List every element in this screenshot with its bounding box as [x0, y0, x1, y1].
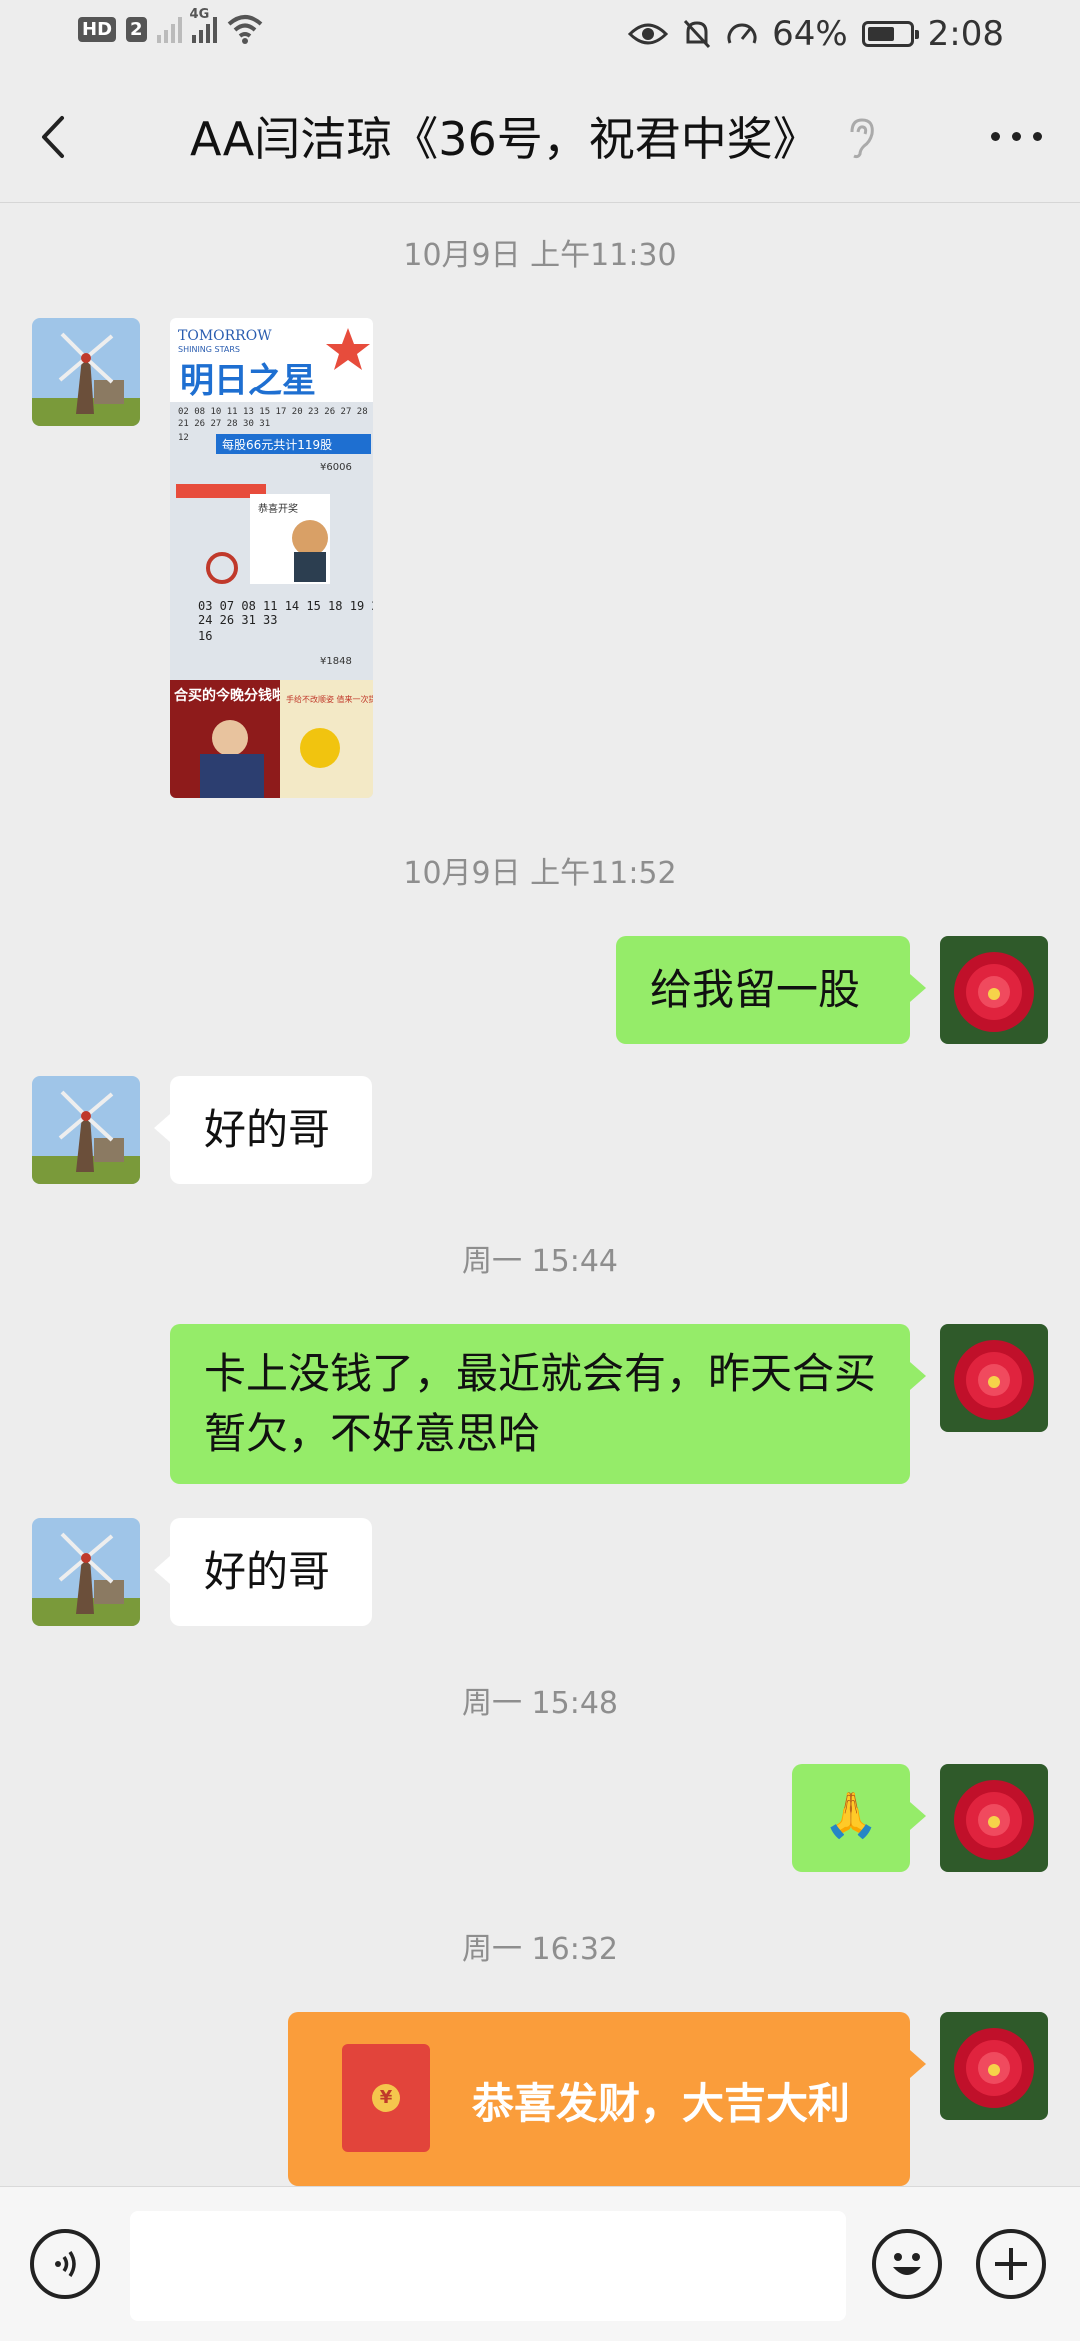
battery-percent: 64% — [772, 14, 848, 54]
poster-brand-en: TOMORROW — [178, 328, 272, 344]
message-text: 给我留一股 — [650, 965, 861, 1014]
message-input[interactable] — [130, 2211, 846, 2321]
peony-avatar-image — [940, 2012, 1048, 2120]
signal-icon-sim2: 4G — [190, 7, 217, 43]
my-avatar[interactable] — [940, 936, 1048, 1044]
poster-numbers-1: 02 08 10 11 13 15 17 20 23 26 27 28 30 3… — [178, 407, 373, 417]
red-packet-message[interactable]: ¥ 恭喜发财，大吉大利 — [288, 2012, 926, 2186]
message-bubble-outgoing[interactable]: 卡上没钱了，最近就会有，昨天合买暂欠，不好意思哈 — [170, 1324, 926, 1484]
poster-caption-right: 手给不改顺姿 值来一次提刀 — [286, 694, 373, 704]
message-text: 卡上没钱了，最近就会有，昨天合买暂欠，不好意思哈 — [204, 1349, 877, 1458]
svg-text:16: 16 — [198, 629, 212, 643]
hd-badge: HD — [78, 16, 117, 42]
timestamp: 10月9日 上午11:52 — [403, 856, 677, 891]
windmill-avatar-image — [32, 1518, 140, 1626]
timestamp: 周一 16:32 — [462, 1932, 618, 1967]
status-bar: HD 2 4G 64% 2:08 — [0, 0, 1080, 72]
wifi-icon — [227, 15, 262, 44]
my-avatar[interactable] — [940, 1764, 1048, 1872]
chat-header: AA闫洁琼《36号，祝君中奖》 — [0, 72, 1080, 203]
contact-avatar[interactable] — [32, 318, 140, 426]
poster-caption-left: 合买的今晚分钱啦 — [174, 687, 286, 704]
message-bubble-outgoing[interactable]: 给我留一股 — [616, 936, 926, 1044]
peony-avatar-image — [940, 936, 1048, 1044]
battery-icon — [861, 21, 919, 47]
poster-badge: 恭喜开奖 — [258, 502, 298, 515]
mute-bell-icon — [683, 19, 711, 49]
message-text: 好的哥 — [204, 1105, 331, 1154]
my-avatar[interactable] — [940, 2012, 1048, 2120]
svg-text:24 26 31 33: 24 26 31 33 — [198, 613, 277, 627]
back-arrow-icon[interactable] — [34, 112, 74, 162]
peony-avatar-image — [940, 1324, 1048, 1432]
message-bubble-incoming[interactable]: 好的哥 — [154, 1076, 372, 1184]
poster-banner: 每股66元共计119股 — [222, 437, 332, 452]
sim-slot-badge: 2 — [126, 16, 147, 42]
voice-icon[interactable] — [30, 2229, 100, 2299]
svg-text:12: 12 — [178, 433, 189, 443]
speed-gauge-icon — [727, 23, 757, 44]
network-type-label: 4G — [189, 7, 210, 22]
poster-brand-cn: 明日之星 — [180, 361, 316, 401]
status-left: HD 2 4G — [78, 7, 263, 44]
eye-icon — [628, 23, 669, 45]
poster-amount-1: ¥6006 — [320, 462, 352, 473]
add-icon[interactable] — [976, 2229, 1046, 2299]
contact-avatar[interactable] — [32, 1076, 140, 1184]
red-packet-greeting: 恭喜发财，大吉大利 — [472, 2079, 851, 2128]
red-packet-icon: ¥ — [342, 2044, 430, 2152]
clock: 2:08 — [927, 14, 1004, 54]
message-bubble-outgoing[interactable]: 🙏 — [792, 1764, 926, 1872]
signal-icon-sim1 — [156, 15, 182, 43]
message-emoji: 🙏 — [823, 1790, 879, 1841]
more-options-icon[interactable] — [991, 132, 1042, 141]
timestamp: 周一 15:48 — [462, 1686, 618, 1721]
battery-fill — [867, 27, 894, 41]
timestamp: 10月9日 上午11:30 — [403, 238, 677, 273]
emoji-icon[interactable] — [872, 2229, 942, 2299]
my-avatar[interactable] — [940, 1324, 1048, 1432]
message-text: 好的哥 — [204, 1547, 331, 1596]
contact-avatar[interactable] — [32, 1518, 140, 1626]
timestamp: 周一 15:44 — [462, 1244, 618, 1279]
poster-brand-en-sub: SHINING STARS — [178, 345, 240, 354]
windmill-avatar-image — [32, 318, 140, 426]
status-right: 64% 2:08 — [628, 14, 1004, 54]
chat-title: AA闫洁琼《36号，祝君中奖》 — [190, 112, 819, 166]
peony-avatar-image — [940, 1764, 1048, 1872]
lottery-poster-image[interactable]: TOMORROW SHINING STARS 明日之星 02 08 10 11 … — [170, 318, 373, 798]
poster-numbers-2: 03 07 08 11 14 15 18 19 24 26 31 33 — [198, 599, 373, 613]
windmill-avatar-image — [32, 1076, 140, 1184]
input-bar — [0, 2186, 1080, 2341]
ear-icon — [850, 118, 874, 159]
message-bubble-incoming[interactable]: 好的哥 — [154, 1518, 372, 1626]
poster-amount-2: ¥1848 — [320, 656, 352, 667]
svg-text:21 26 27 28 30 31: 21 26 27 28 30 31 — [178, 419, 270, 429]
red-packet-coin: ¥ — [372, 2084, 400, 2112]
